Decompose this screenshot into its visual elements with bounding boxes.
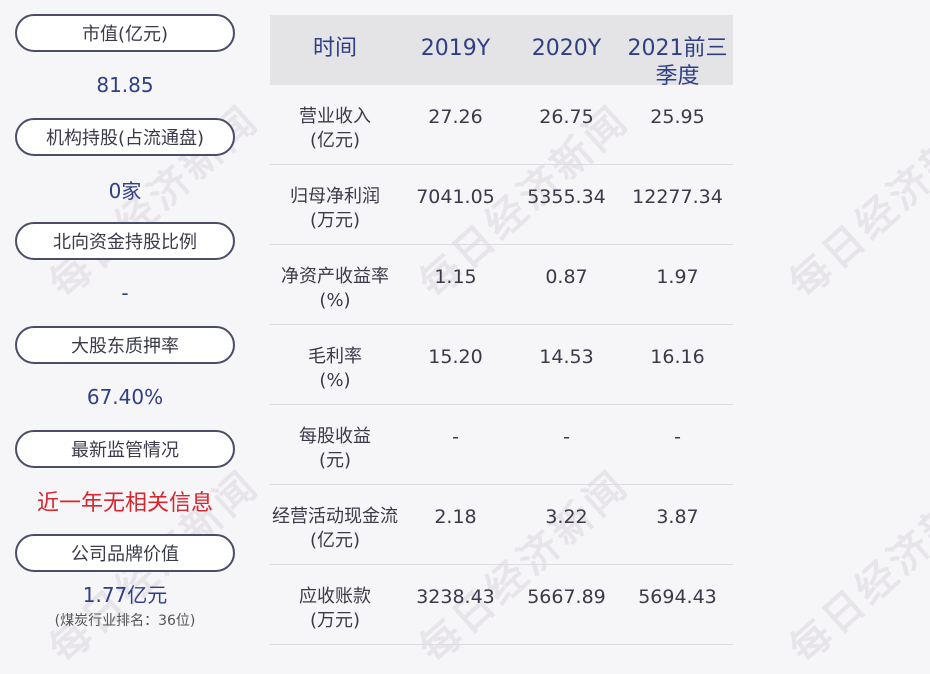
northbound-holding-label: 北向资金持股比例 [15, 222, 235, 260]
table-row: 经营活动现金流 (亿元) 2.18 3.22 3.87 [270, 485, 733, 565]
table-row: 归母净利润 (万元) 7041.05 5355.34 12277.34 [270, 165, 733, 245]
row-label: 每股收益 (元) [299, 426, 371, 471]
regulation-status-value: 近一年无相关信息 [36, 491, 213, 516]
cell: - [674, 426, 681, 448]
table-header: 时间 2019Y 2020Y 2021前三季度 [270, 15, 733, 89]
cell: 1.97 [656, 266, 699, 288]
table-row: 应收账款 (万元) 3238.43 5667.89 5694.43 [270, 565, 733, 645]
cell: 3.87 [656, 506, 699, 528]
header-period: 时间 [312, 36, 357, 61]
cell: 0.87 [545, 266, 588, 288]
row-label: 经营活动现金流 (亿元) [272, 506, 398, 551]
pledge-rate-value: 67.40% [86, 385, 164, 409]
table-row: 营业收入 (亿元) 27.26 26.75 25.95 [270, 85, 733, 165]
institution-holding-value: 0家 [108, 178, 142, 203]
row-label: 应收账款 (万元) [299, 586, 371, 631]
cell: 5694.43 [638, 586, 717, 608]
table-row: 毛利率 (%) 15.20 14.53 16.16 [270, 325, 733, 405]
cell: 26.75 [539, 106, 594, 128]
header-2020: 2020Y [531, 36, 602, 61]
cell: 12277.34 [632, 186, 723, 208]
market-cap-value: 81.85 [96, 73, 154, 97]
cell: - [452, 426, 459, 448]
header-2021q3: 2021前三季度 [627, 36, 728, 89]
brand-value-rank: (煤炭行业排名：36位) [54, 612, 196, 629]
row-label: 毛利率 (%) [308, 346, 362, 391]
table-row: 每股收益 (元) - - - [270, 405, 733, 485]
cell: 14.53 [539, 346, 594, 368]
watermark: 每日经济新闻 [781, 96, 930, 308]
market-cap-label: 市值(亿元) [15, 14, 235, 52]
cell: 27.26 [428, 106, 483, 128]
brand-value: 1.77亿元 (煤炭行业排名：36位) [15, 572, 235, 636]
pledge-rate-label: 大股东质押率 [15, 326, 235, 364]
cell: 15.20 [428, 346, 483, 368]
brand-value-amount: 1.77亿元 [82, 582, 168, 607]
brand-value-label: 公司品牌价值 [15, 534, 235, 572]
watermark: 每日经济新闻 [781, 461, 930, 673]
regulation-status-label: 最新监管情况 [15, 430, 235, 468]
row-label: 净资产收益率 (%) [281, 266, 389, 311]
cell: 16.16 [650, 346, 705, 368]
institution-holding-label: 机构持股(占流通盘) [15, 118, 235, 156]
cell: 7041.05 [416, 186, 495, 208]
header-2019: 2019Y [420, 36, 491, 61]
table-row: 净资产收益率 (%) 1.15 0.87 1.97 [270, 245, 733, 325]
northbound-holding-value: - [121, 281, 129, 305]
cell: - [563, 426, 570, 448]
cell: 25.95 [650, 106, 705, 128]
row-label: 营业收入 (亿元) [299, 106, 371, 151]
cell: 3238.43 [416, 586, 495, 608]
cell: 3.22 [545, 506, 588, 528]
cell: 5667.89 [527, 586, 606, 608]
cell: 2.18 [434, 506, 477, 528]
cell: 1.15 [434, 266, 477, 288]
cell: 5355.34 [527, 186, 606, 208]
row-label: 归母净利润 (万元) [290, 186, 380, 231]
stock-summary-panel: 市值(亿元) 81.85 机构持股(占流通盘) 0家 北向资金持股比例 - 大股… [15, 14, 235, 636]
financial-table: 时间 2019Y 2020Y 2021前三季度 营业收入 (亿元) 27.26 2… [270, 15, 733, 645]
